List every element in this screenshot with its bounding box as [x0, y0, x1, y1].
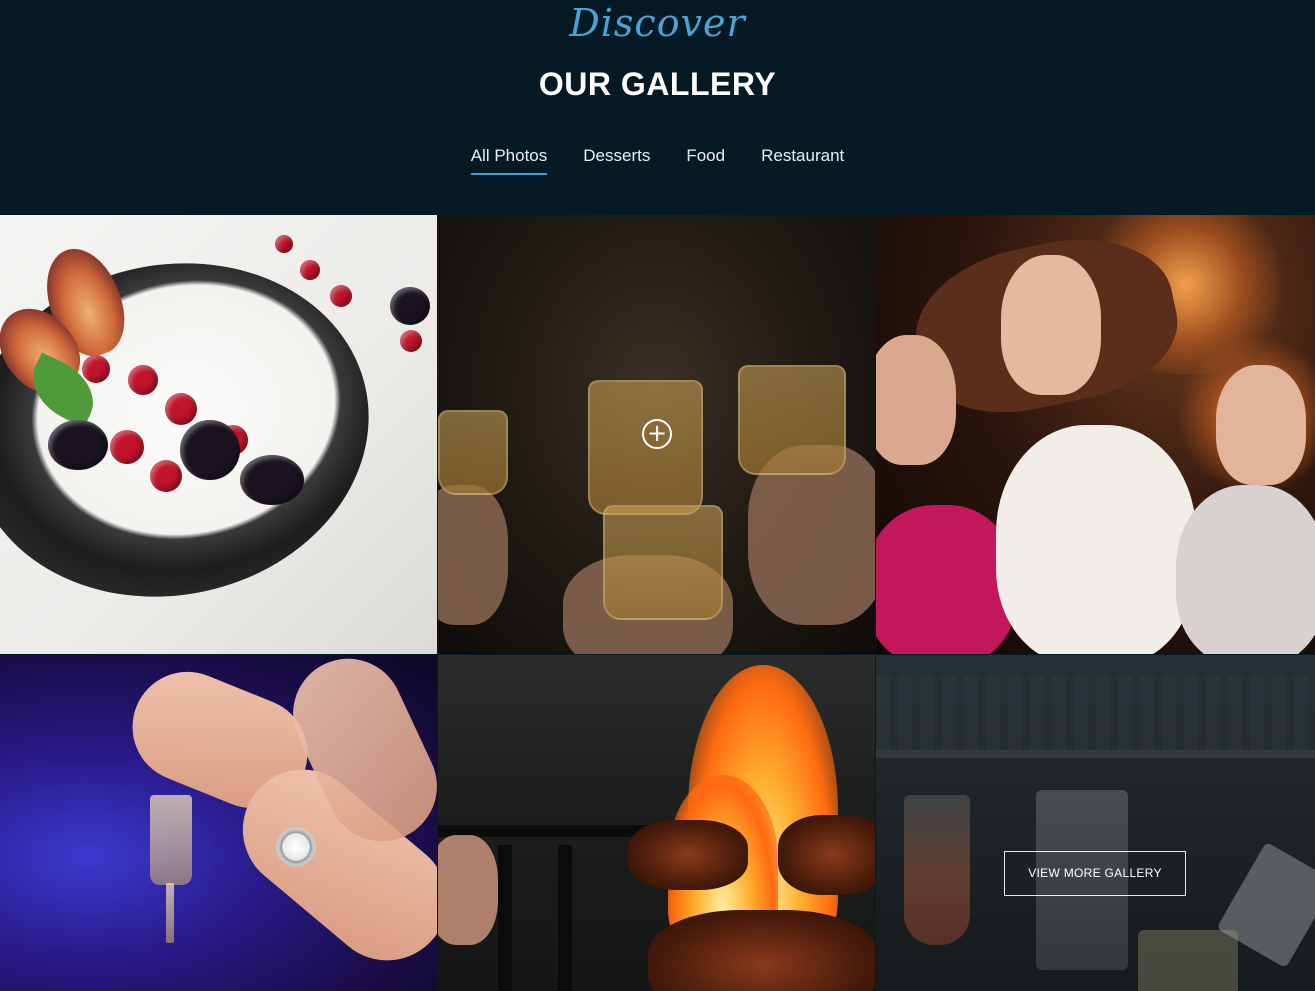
- meat-image: [628, 820, 748, 890]
- view-more-gallery-button[interactable]: VIEW MORE GALLERY: [1004, 851, 1186, 896]
- tab-restaurant[interactable]: Restaurant: [761, 145, 844, 173]
- gallery-header: Discover OUR GALLERY All Photos Desserts…: [0, 0, 1315, 215]
- pink-top-image: [876, 505, 1016, 654]
- meat-image: [648, 910, 875, 991]
- section-title: OUR GALLERY: [538, 66, 777, 102]
- berry-image: [275, 235, 293, 253]
- gallery-filter-tabs: All Photos Desserts Food Restaurant: [0, 145, 1315, 175]
- glass-image: [603, 505, 723, 620]
- berry-image: [400, 330, 422, 352]
- watch-image: [276, 827, 316, 867]
- blackberry-image: [180, 420, 240, 480]
- grill-grate-image: [558, 845, 572, 991]
- berry-image: [110, 430, 144, 464]
- plus-circle-icon[interactable]: +: [642, 419, 672, 449]
- gallery-item-dessert-bowl[interactable]: [0, 215, 437, 654]
- tab-desserts[interactable]: Desserts: [583, 145, 650, 173]
- section-script-title: Discover: [569, 1, 746, 45]
- light-top-image: [1176, 485, 1315, 654]
- tab-all-photos[interactable]: All Photos: [470, 145, 547, 175]
- blackberry-image: [390, 287, 430, 325]
- face-image: [876, 335, 956, 465]
- berry-image: [150, 460, 182, 492]
- meat-image: [778, 815, 875, 895]
- white-top-image: [996, 425, 1196, 654]
- berry-image: [82, 355, 110, 383]
- blackberry-image: [240, 455, 304, 505]
- champagne-flute-image: [150, 795, 192, 885]
- grill-grate-image: [498, 845, 512, 991]
- glass-image: [588, 380, 703, 515]
- gallery-item-party[interactable]: [876, 215, 1315, 654]
- tab-food[interactable]: Food: [686, 145, 725, 173]
- gallery-item-grill[interactable]: [438, 655, 875, 991]
- hand-image: [438, 485, 508, 625]
- gallery-grid: + VIEW MORE GALLERY: [0, 215, 1315, 991]
- face-image: [1216, 365, 1306, 485]
- gallery-item-terrace[interactable]: VIEW MORE GALLERY: [876, 655, 1315, 991]
- face-image: [1001, 255, 1101, 395]
- gallery-item-champagne-hand[interactable]: [0, 655, 437, 991]
- champagne-stem-image: [166, 883, 174, 943]
- gallery-item-toasting-drinks[interactable]: +: [438, 215, 875, 654]
- blackberry-image: [48, 420, 108, 470]
- berry-image: [300, 260, 320, 280]
- glass-image: [438, 410, 508, 495]
- berry-image: [128, 365, 158, 395]
- hand-image: [438, 835, 498, 945]
- berry-image: [330, 285, 352, 307]
- glass-image: [738, 365, 846, 475]
- berry-image: [165, 393, 197, 425]
- image-dark-overlay: [876, 655, 1315, 991]
